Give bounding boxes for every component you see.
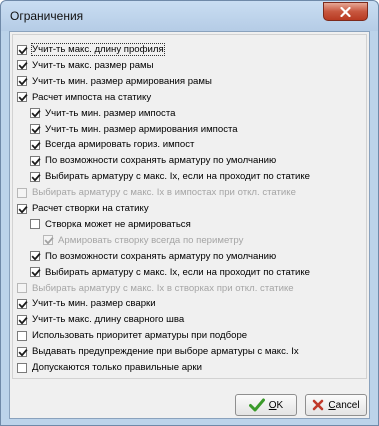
- checkbox[interactable]: [17, 76, 28, 87]
- checkbox: [17, 187, 27, 198]
- checkbox-row[interactable]: По возможности сохранять арматуру по умо…: [30, 250, 276, 263]
- checkbox-label: По возможности сохранять арматуру по умо…: [45, 155, 277, 167]
- checkbox-label: Расчет створки на статику: [32, 203, 149, 214]
- close-icon: [340, 6, 351, 17]
- checkbox-label: Выдавать предупреждение при выборе армат…: [32, 346, 299, 358]
- checkmark-icon: [18, 348, 28, 357]
- checkbox[interactable]: [30, 155, 41, 166]
- restrictions-group: Учит-ть макс. длину профиля Учит-ть макс.…: [12, 34, 367, 379]
- checkmark-icon: [31, 126, 41, 134]
- checkbox[interactable]: [17, 330, 27, 341]
- checkbox-label: Учит-ть мин. размер импоста: [45, 107, 176, 119]
- checkbox-label: Учит-ть мин. размер сварки: [32, 298, 156, 310]
- checkbox-row: Выбирать арматуру с макс. Ix в створках …: [17, 282, 294, 295]
- checkbox-label: Использовать приоритет арматуры при подб…: [32, 330, 248, 342]
- checkbox-row[interactable]: Учит-ть мин. размер армирования импоста: [30, 123, 238, 136]
- checkbox-label: Учит-ть макс. длину профиля: [31, 43, 165, 56]
- checkbox-row[interactable]: Учит-ть мин. размер сварки: [17, 297, 156, 310]
- checkbox-row[interactable]: Выдавать предупреждение при выборе армат…: [17, 345, 299, 358]
- checkbox-label: Выбирать арматуру с макс. Ix, если на пр…: [45, 171, 310, 183]
- checkmark-icon: [18, 94, 28, 102]
- checkmark-icon: [18, 62, 28, 70]
- checkmark-icon: [31, 141, 41, 150]
- checkbox-label: Выбирать арматуру с макс. Ix в створках …: [32, 282, 294, 294]
- checkbox: [17, 283, 27, 293]
- checkbox[interactable]: [30, 139, 41, 150]
- checkmark-icon: [248, 398, 265, 412]
- checkbox-label: Расчет импоста на статику: [32, 91, 152, 103]
- checkbox-row[interactable]: Учит-ть макс. размер рамы: [17, 59, 154, 72]
- checkbox[interactable]: [30, 108, 41, 119]
- close-button[interactable]: [323, 2, 368, 21]
- checkbox-row[interactable]: Выбирать арматуру с макс. Ix, если на пр…: [30, 170, 310, 183]
- checkbox-label: Створка может не армироваться: [45, 218, 191, 230]
- checkbox[interactable]: [17, 314, 28, 325]
- checkbox-label: Всегда армировать гориз. импост: [45, 139, 195, 151]
- checkbox[interactable]: [17, 60, 28, 71]
- cross-icon: [312, 399, 324, 411]
- checkmark-icon: [31, 157, 41, 166]
- window-title: Ограничения: [10, 9, 84, 23]
- checkbox-row[interactable]: По возможности сохранять арматуру по умо…: [30, 154, 276, 167]
- checkbox[interactable]: [17, 362, 27, 373]
- checkbox[interactable]: [30, 251, 41, 262]
- checkbox-row[interactable]: Учит-ть мин. размер импоста: [30, 107, 175, 120]
- checkbox-row[interactable]: Выбирать арматуру с макс. Ix, если на пр…: [30, 266, 310, 279]
- checkbox[interactable]: [17, 298, 28, 309]
- checkmark-icon: [18, 46, 28, 55]
- checkbox-label: Допускаются только правильные арки: [32, 362, 202, 373]
- dialog-client-area: Учит-ть макс. длину профиля Учит-ть макс.…: [9, 31, 370, 419]
- checkbox[interactable]: [17, 346, 28, 357]
- checkbox-row: Армировать створку всегда по периметру: [43, 234, 243, 247]
- checkbox-row[interactable]: Использовать приоритет арматуры при подб…: [17, 329, 247, 342]
- checkbox[interactable]: [30, 219, 40, 230]
- checkbox[interactable]: [30, 267, 41, 278]
- checkbox-label: Выбирать арматуру с макс. Ix, если на пр…: [45, 266, 310, 278]
- dialog-window: Ограничения Учит-ть макс. длину профиля У…: [0, 0, 379, 426]
- checkbox-label: Учит-ть макс. длину сварного шва: [32, 314, 185, 326]
- checkmark-icon: [31, 269, 41, 277]
- checkbox-label: Выбирать арматуру с макс. Ix в импостах …: [32, 187, 296, 199]
- checkbox-label: По возможности сохранять арматуру по умо…: [45, 250, 277, 262]
- checkbox-row[interactable]: Учит-ть макс. длину профиля: [17, 43, 165, 56]
- checkmark-icon: [31, 110, 41, 118]
- cancel-button[interactable]: Cancel: [305, 394, 367, 416]
- title-bar[interactable]: Ограничения: [1, 1, 378, 31]
- checkbox-row: Выбирать арматуру с макс. Ix в импостах …: [17, 186, 296, 199]
- checkbox-label: Учит-ть макс. размер рамы: [32, 59, 154, 71]
- ok-button[interactable]: OK: [235, 394, 297, 416]
- checkbox[interactable]: [17, 44, 28, 55]
- checkmark-icon: [18, 78, 28, 86]
- checkbox[interactable]: [17, 203, 28, 214]
- checkbox: [43, 235, 54, 246]
- checkbox[interactable]: [30, 171, 41, 182]
- checkbox-row[interactable]: Допускаются только правильные арки: [17, 361, 202, 374]
- checkbox-label: Учит-ть мин. размер армирования рамы: [32, 75, 212, 87]
- checkbox-row[interactable]: Створка может не армироваться: [30, 218, 191, 231]
- checkbox-row[interactable]: Учит-ть макс. длину сварного шва: [17, 313, 184, 326]
- checkbox-row[interactable]: Расчет створки на статику: [17, 202, 149, 215]
- checkbox-row[interactable]: Всегда армировать гориз. импост: [30, 138, 194, 151]
- checkbox-row[interactable]: Расчет импоста на статику: [17, 91, 151, 104]
- checkbox[interactable]: [17, 92, 28, 103]
- checkbox-label: Учит-ть мин. размер армирования импоста: [45, 123, 238, 135]
- checkmark-icon: [18, 300, 28, 309]
- checkmark-icon: [44, 237, 54, 245]
- checkbox[interactable]: [30, 124, 41, 134]
- cancel-label: Cancel: [328, 399, 360, 411]
- checkmark-icon: [31, 253, 41, 261]
- checkmark-icon: [31, 173, 41, 182]
- checkbox-row[interactable]: Учит-ть мин. размер армирования рамы: [17, 75, 212, 88]
- checkbox-label: Армировать створку всегда по периметру: [58, 234, 244, 246]
- checkmark-icon: [18, 205, 28, 214]
- ok-label: OK: [268, 399, 284, 411]
- checkmark-icon: [18, 316, 28, 325]
